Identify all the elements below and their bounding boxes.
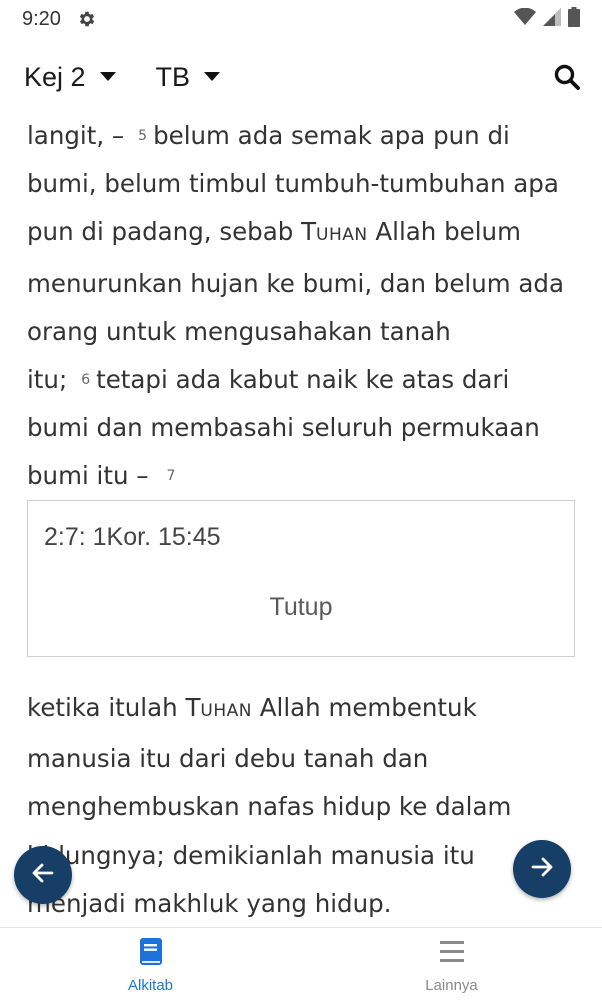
status-time: 9:20 [22, 7, 61, 30]
close-button[interactable]: Tutup [28, 593, 574, 622]
nav-item-lainnya[interactable]: Lainnya [301, 928, 602, 1000]
version-label: TB [155, 61, 191, 92]
passage-text-continued: ketika itulah Tuhan Allah membentuk manu… [27, 684, 575, 928]
previous-chapter-button[interactable] [14, 846, 72, 904]
lord-initial: T [301, 217, 317, 247]
arrow-right-icon [528, 853, 556, 885]
menu-icon [439, 937, 465, 971]
bottom-navigation: Alkitab Lainnya [0, 927, 602, 1000]
toolbar: Kej 2 TB [0, 38, 602, 116]
lord-initial: T [185, 693, 201, 722]
lord-rest: uhan [316, 225, 368, 246]
book-chapter-label: Kej 2 [24, 61, 86, 92]
lord-rest: uhan [200, 701, 252, 721]
cross-reference-link[interactable]: 2:7: 1Kor. 15:45 [44, 523, 221, 552]
arrow-left-icon [29, 859, 57, 891]
search-icon[interactable] [554, 64, 580, 90]
version-selector[interactable]: TB [156, 62, 221, 93]
app-screen: 9:20 Kej 2 TB langit, – 5 belum ada sema… [0, 0, 602, 1000]
verse-7-text-a: ketika itulah [27, 693, 186, 722]
book-chapter-selector[interactable]: Kej 2 [24, 62, 116, 93]
status-icons [514, 6, 580, 32]
next-chapter-button[interactable] [513, 840, 571, 898]
verse-number-7[interactable]: 7 [167, 468, 176, 484]
nav-label-lainnya: Lainnya [425, 977, 478, 994]
nav-item-alkitab[interactable]: Alkitab [0, 928, 301, 1000]
wifi-icon [514, 7, 536, 31]
nav-label-alkitab: Alkitab [127, 977, 174, 994]
chevron-down-icon [204, 72, 221, 82]
verse-number-6[interactable]: 6 [81, 372, 90, 388]
book-icon [138, 937, 164, 971]
gear-icon [77, 9, 97, 29]
verse-number-5[interactable]: 5 [138, 128, 147, 144]
cross-reference-popup: 2:7: 1Kor. 15:45 Tutup [27, 500, 575, 657]
status-bar: 9:20 [0, 0, 602, 38]
signal-icon [543, 7, 561, 31]
battery-icon [568, 6, 580, 32]
verse-4-end: langit, – [27, 121, 125, 150]
verse-7-text-b: Allah membentuk manusia itu dari debu ta… [27, 693, 512, 918]
chevron-down-icon [99, 72, 116, 82]
passage-text: langit, –5 belum ada semak apa pun di bum… [27, 112, 575, 501]
verse-6-text: tetapi ada kabut naik ke atas dari bumi … [27, 365, 540, 491]
